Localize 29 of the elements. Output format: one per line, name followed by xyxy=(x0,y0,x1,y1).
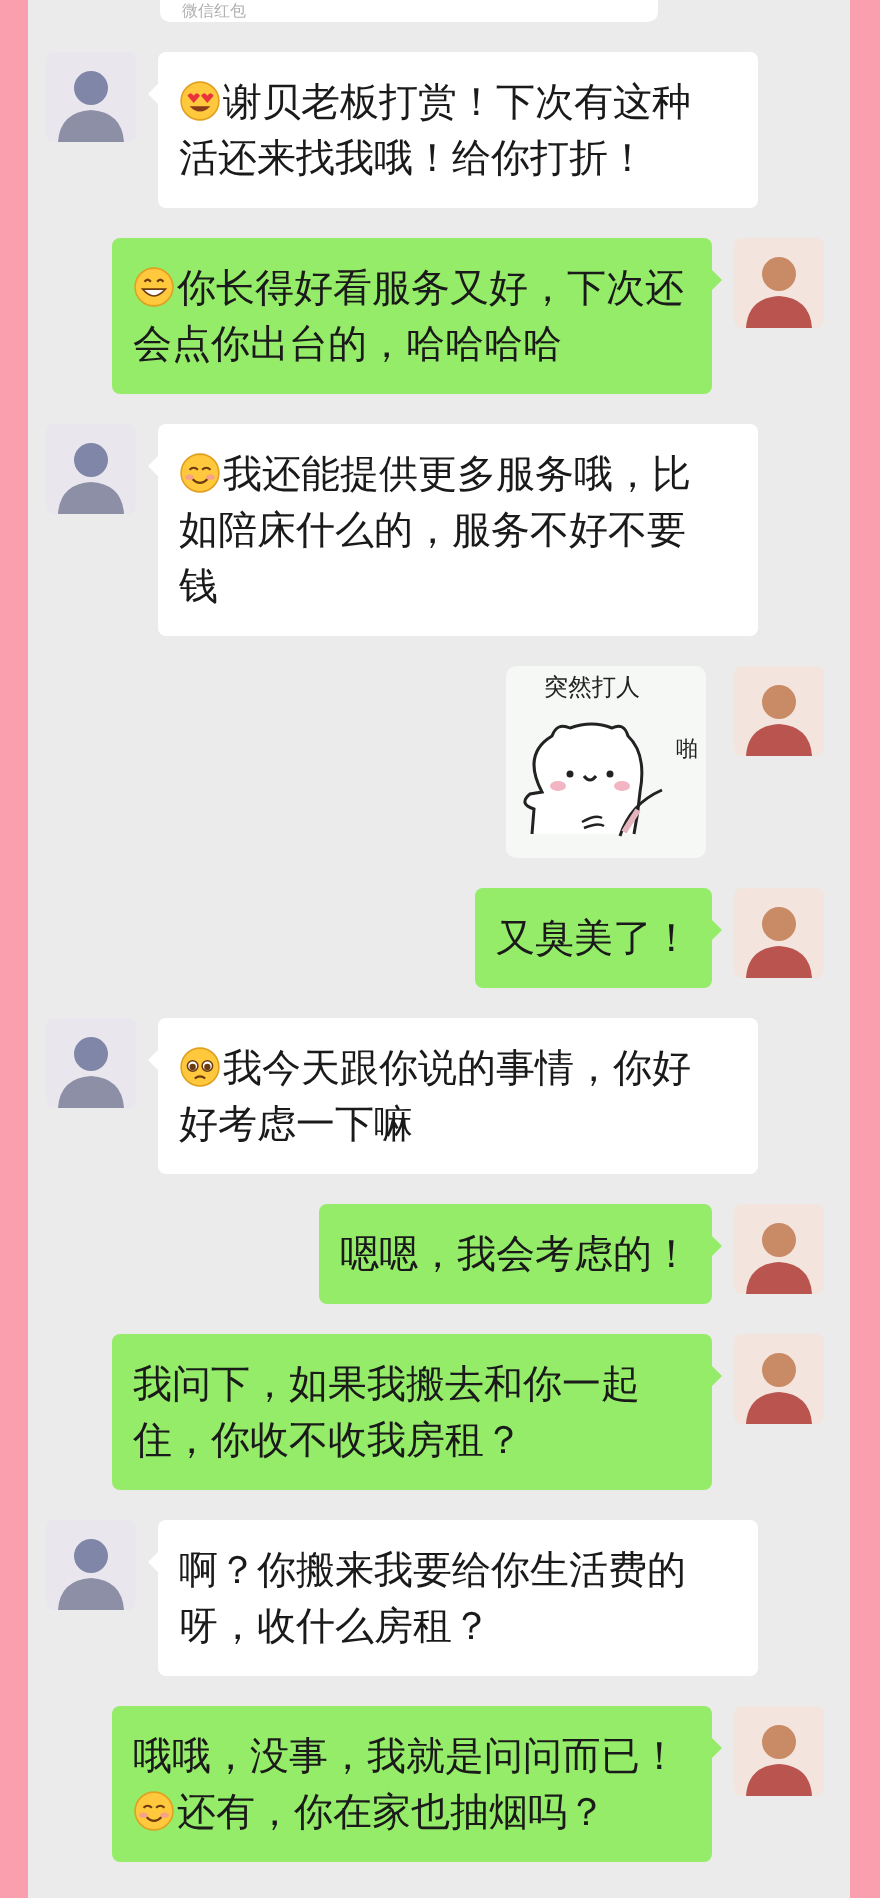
grinning-emoji-icon xyxy=(133,266,175,308)
message-bubble: 嗯嗯，我会考虑的！ xyxy=(319,1204,712,1304)
card-label: 微信红包 xyxy=(182,2,246,20)
avatar[interactable] xyxy=(734,666,824,756)
bubble-tail xyxy=(712,270,722,290)
message-bubble: 我问下，如果我搬去和你一起住，你收不收我房租？ xyxy=(112,1334,712,1490)
message-bubble: 又臭美了！ xyxy=(475,888,712,988)
sticker-sound-text: 啪 xyxy=(676,736,698,762)
bubble-tail xyxy=(712,1366,722,1386)
message-bubble: 我还能提供更多服务哦，比如陪床什么的，服务不好不要钱 xyxy=(158,424,758,636)
sticker-caption: 突然打人 xyxy=(544,672,640,702)
smiling-emoji-icon xyxy=(179,452,221,494)
sticker[interactable]: 突然打人 啪 xyxy=(506,666,706,858)
bubble-tail xyxy=(712,1738,722,1758)
avatar[interactable] xyxy=(734,888,824,978)
message-bubble: 你长得好看服务又好，下次还会点你出台的，哈哈哈哈 xyxy=(112,238,712,394)
avatar[interactable] xyxy=(734,1706,824,1796)
heart-eyes-emoji-icon xyxy=(179,80,221,122)
smiling-emoji-icon xyxy=(133,1790,175,1832)
bubble-tail xyxy=(712,1236,722,1256)
pleading-emoji-icon xyxy=(179,1046,221,1088)
bubble-tail xyxy=(712,920,722,940)
message-bubble: 我今天跟你说的事情，你好好考虑一下嘛 xyxy=(158,1018,758,1174)
message-bubble: 哦哦，没事，我就是问问而已！ 还有，你在家也抽烟吗？ xyxy=(112,1706,712,1862)
avatar[interactable] xyxy=(734,238,824,328)
avatar[interactable] xyxy=(734,1334,824,1424)
avatar[interactable] xyxy=(734,1204,824,1294)
message-bubble: 谢贝老板打赏！下次有这种活还来找我哦！给你打折！ xyxy=(158,52,758,208)
message-bubble: 啊？你搬来我要给你生活费的呀，收什么房租？ xyxy=(158,1520,758,1676)
